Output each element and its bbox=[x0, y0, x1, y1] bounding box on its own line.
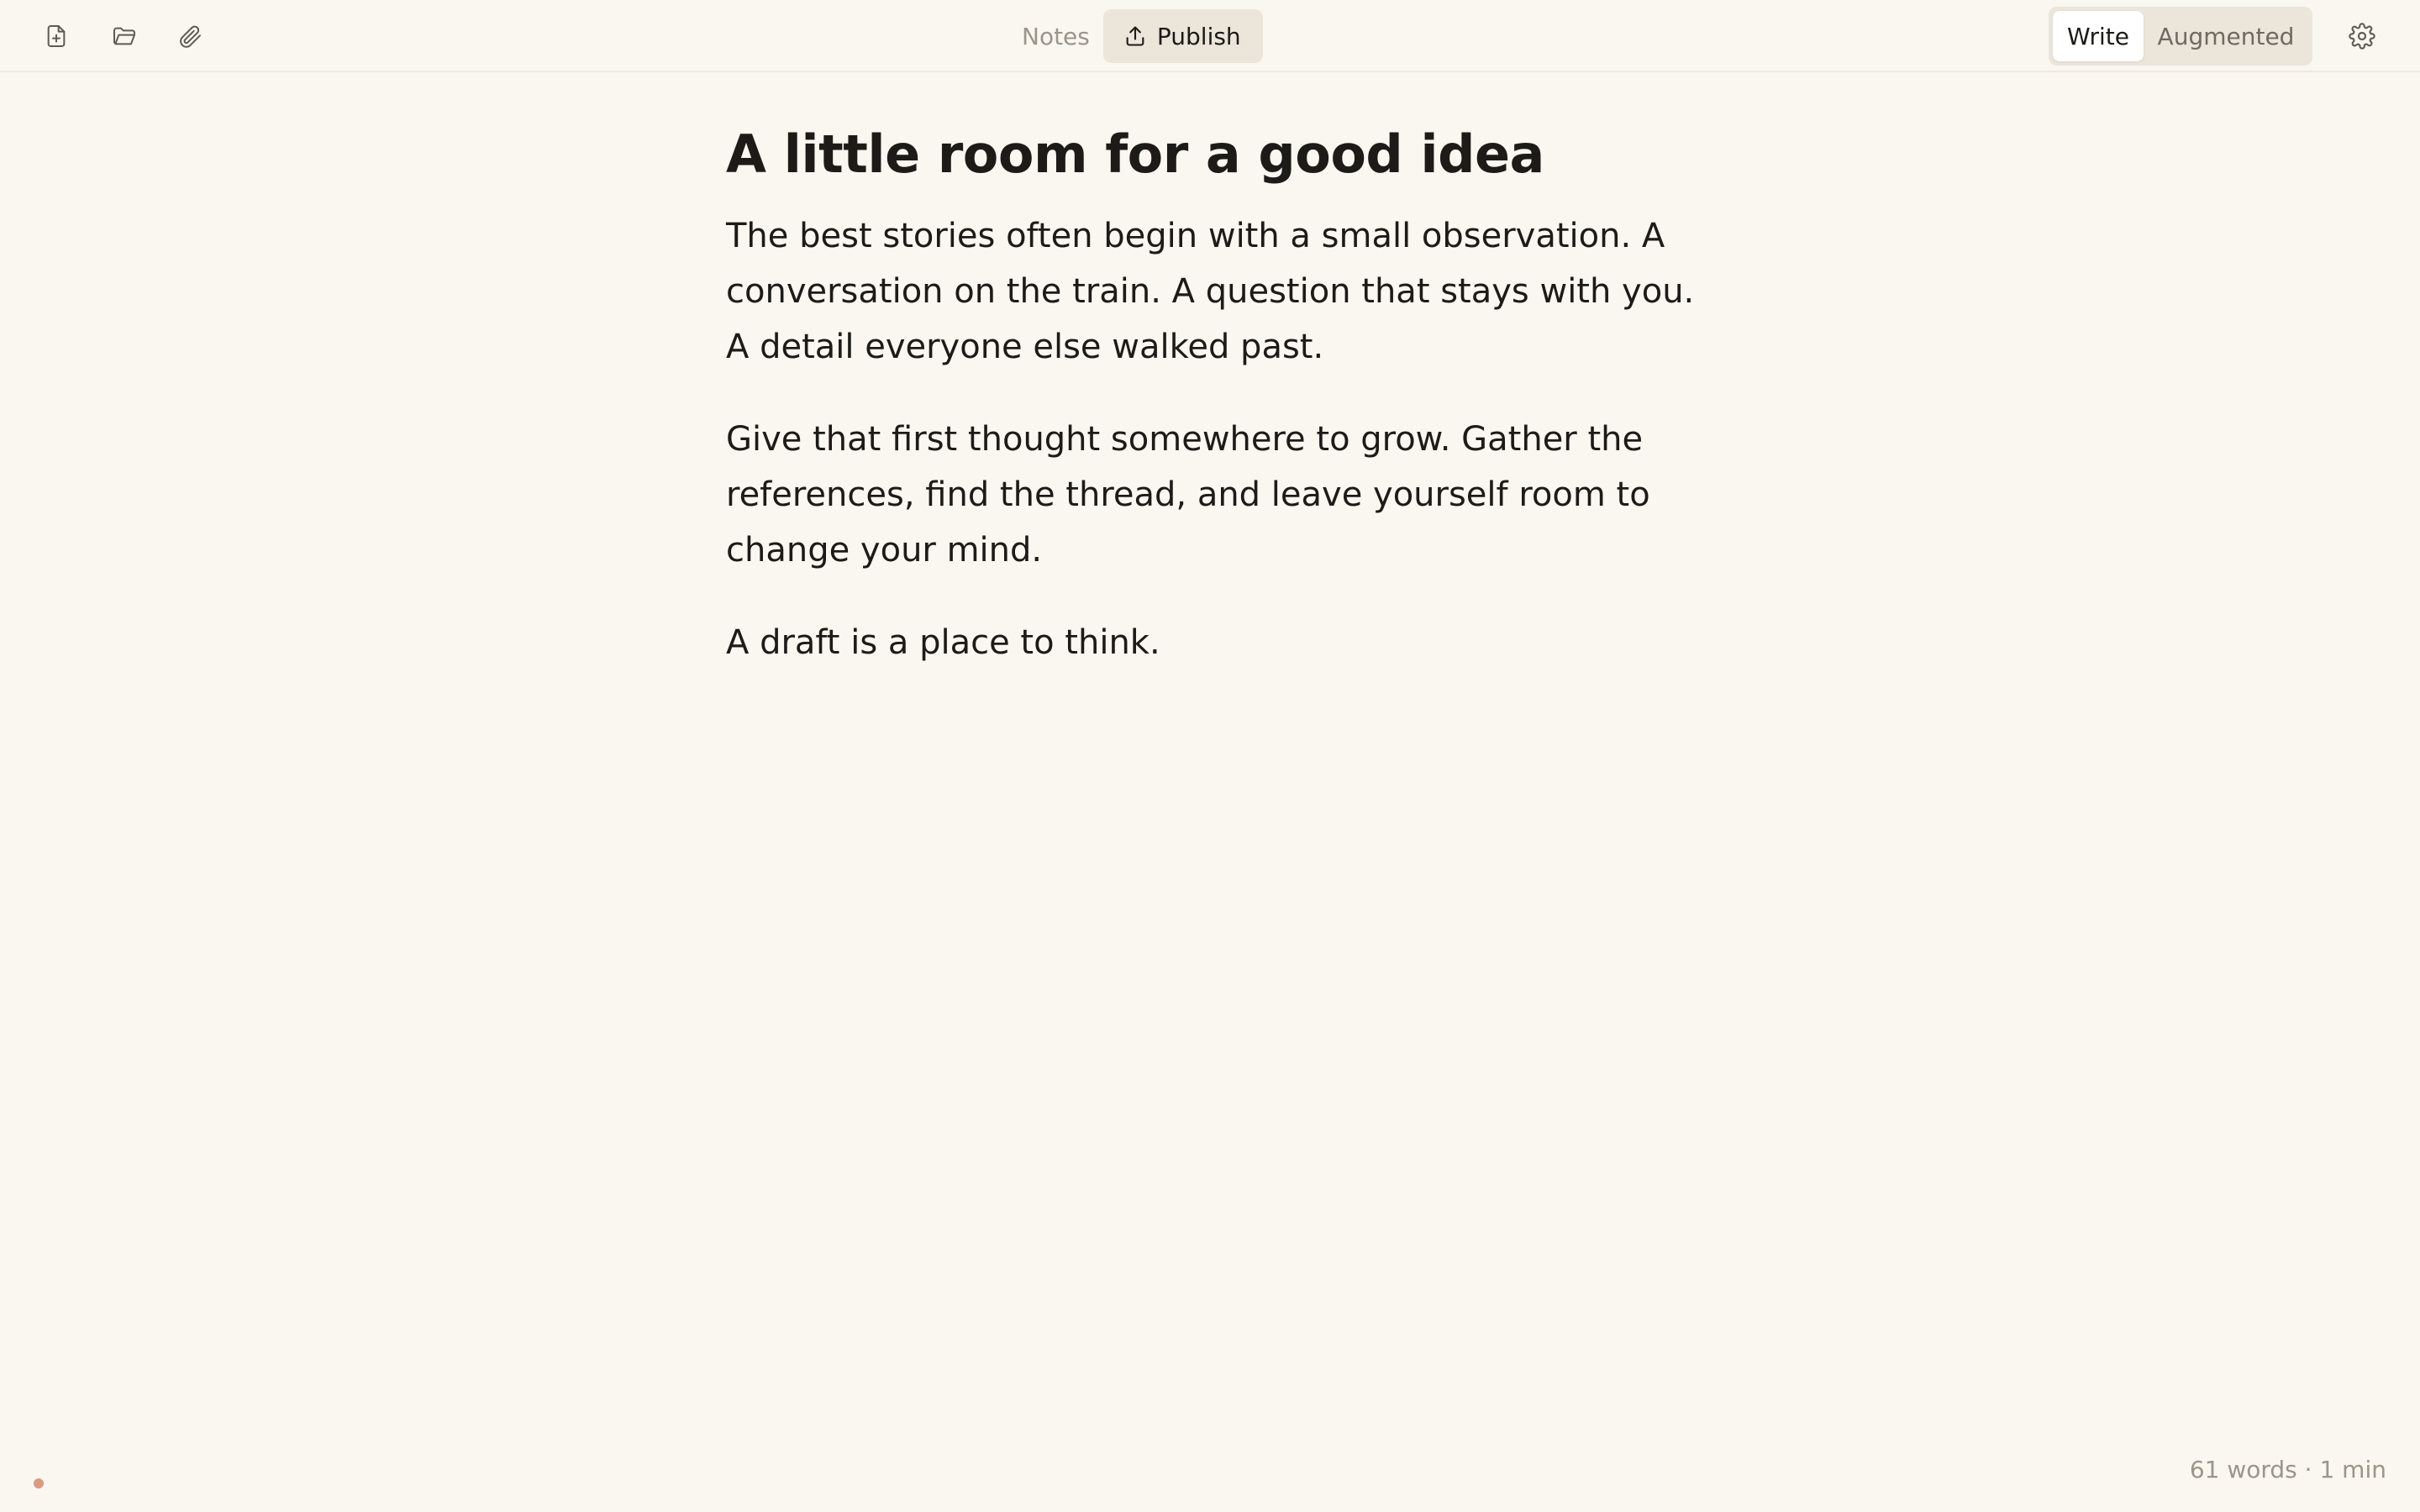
gear-icon[interactable] bbox=[2345, 19, 2379, 53]
word-count-stats: 61 words · 1 min bbox=[2189, 1456, 2386, 1483]
new-document-icon[interactable] bbox=[39, 19, 73, 53]
editor-window: Notes Publish Write Augmented A little r… bbox=[0, 0, 2420, 1512]
paragraph[interactable]: Give that first thought somewhere to gro… bbox=[726, 412, 1701, 578]
paragraph[interactable]: A draft is a place to think. bbox=[726, 615, 1701, 670]
mode-toggle: Write Augmented bbox=[2049, 7, 2312, 66]
document-title[interactable]: A little room for a good idea bbox=[726, 113, 1701, 197]
notes-link[interactable]: Notes bbox=[1008, 23, 1103, 50]
top-toolbar: Notes Publish Write Augmented bbox=[0, 0, 2420, 72]
paragraph[interactable]: The best stories often begin with a smal… bbox=[726, 208, 1701, 375]
center-actions: Notes Publish bbox=[1008, 9, 1263, 63]
publish-button[interactable]: Publish bbox=[1102, 9, 1263, 63]
publish-label: Publish bbox=[1156, 22, 1241, 50]
open-folder-icon[interactable] bbox=[108, 19, 141, 53]
upload-icon bbox=[1126, 26, 1144, 46]
paperclip-icon[interactable] bbox=[173, 19, 207, 53]
mode-write-option[interactable]: Write bbox=[2053, 11, 2144, 61]
status-indicator-dot bbox=[34, 1478, 44, 1488]
document-editor[interactable]: A little room for a good idea The best s… bbox=[726, 113, 1701, 670]
mode-augmented-option[interactable]: Augmented bbox=[2144, 11, 2308, 61]
